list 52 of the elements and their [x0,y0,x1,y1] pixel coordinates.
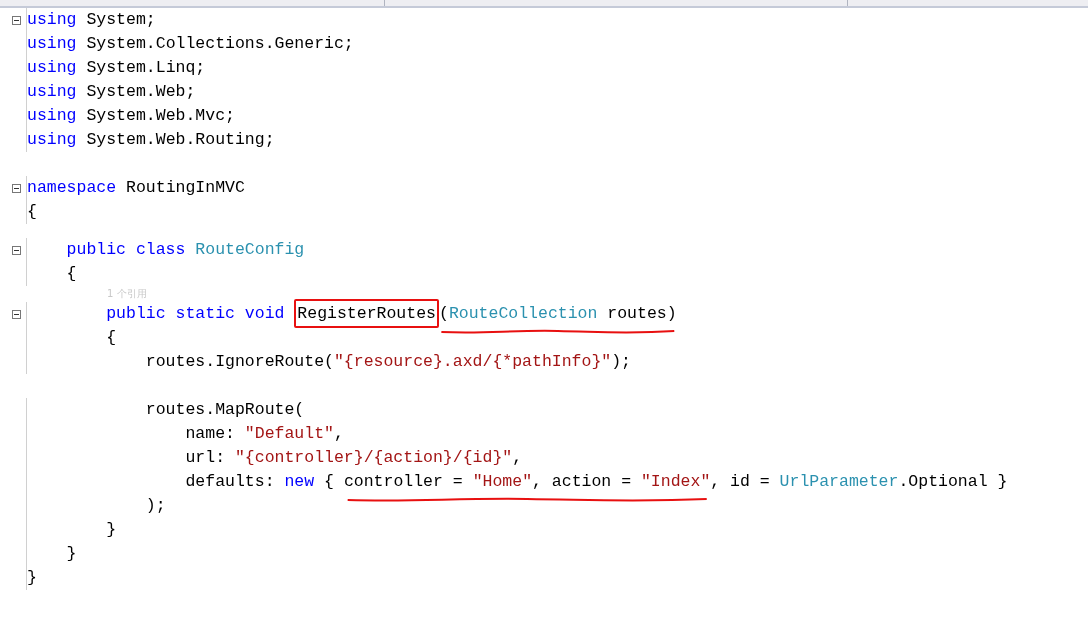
code-text: controller = [343,471,464,491]
code-text: , [512,447,523,467]
code-text: } [27,567,37,587]
code-text: ); [611,351,631,371]
code-text: System.Web.Routing; [85,129,275,149]
code-text: , id = [710,471,771,491]
code-text: { [323,471,335,491]
code-text: System.Web; [85,81,196,101]
code-text: url: [184,447,227,467]
code-text: } [65,543,77,563]
type-name: RouteConfig [195,239,305,259]
fold-toggle-icon[interactable] [12,245,21,255]
code-text: .Optional } [898,471,1008,491]
keyword: using [27,81,77,101]
code-text: } [105,519,117,539]
code-text: , [333,423,344,443]
code-text: RegisterRoutes [297,303,436,323]
string-literal: "{resource}.axd/{*pathInfo}" [333,351,612,371]
code-text: ); [144,495,166,515]
keyword: namespace [27,177,117,197]
code-text: routes) [606,303,677,323]
keyword: public class [65,239,187,259]
string-literal: "{controller}/{action}/{id}" [234,447,513,467]
string-literal: "Home" [472,471,533,491]
keyword: using [27,9,77,29]
keyword: using [27,57,77,77]
fold-toggle-icon[interactable] [12,309,21,319]
string-literal: "Default" [244,423,334,443]
code-text: ( [438,303,449,323]
code-text: name: [184,423,236,443]
code-text: System.Linq; [85,57,206,77]
code-text: { [65,263,77,283]
fold-toggle-icon[interactable] [12,15,21,25]
fold-toggle-icon[interactable] [12,183,21,193]
keyword: public static void [105,303,286,323]
code-text: routes.IgnoreRoute( [144,351,334,371]
string-literal: "Index" [640,471,711,491]
code-text: System.Collections.Generic; [85,33,354,53]
code-text: routes.MapRoute( [144,399,305,419]
code-text: { [105,327,117,347]
code-text: RoutingInMVC [125,177,245,197]
code-text: System.Web.Mvc; [85,105,235,125]
code-text: { [27,201,37,221]
keyword: using [27,105,77,125]
keyword: using [27,33,77,53]
code-text: , action = [532,471,633,491]
keyword: new [284,471,315,491]
type-name: UrlParameter [779,471,899,491]
code-text: defaults: [184,471,276,491]
code-text: System; [85,9,156,29]
type-name: RouteCollection [448,303,598,323]
keyword: using [27,129,77,149]
